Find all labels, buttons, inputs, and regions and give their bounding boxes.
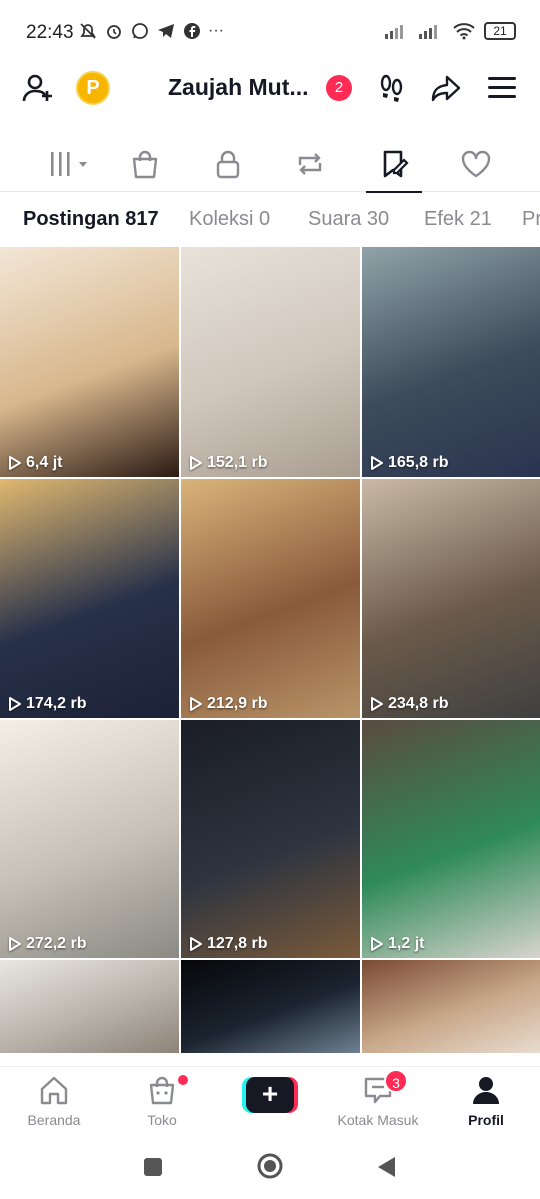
facebook-icon bbox=[184, 23, 200, 39]
profile-username[interactable]: Zaujah Mut... bbox=[168, 74, 309, 101]
repost-icon bbox=[298, 153, 322, 175]
view-count: 165,8 rb bbox=[370, 454, 448, 472]
share-icon bbox=[431, 75, 461, 102]
system-navigation-bar bbox=[0, 1134, 540, 1199]
videos-grid-icon bbox=[51, 152, 87, 176]
system-indicators: 21 bbox=[384, 22, 516, 40]
video-thumbnail[interactable]: 1,2 jt bbox=[362, 720, 540, 958]
status-bar: 22:43 ··· 21 bbox=[0, 0, 540, 64]
view-count: 152,1 rb bbox=[189, 454, 267, 472]
wifi-icon bbox=[453, 23, 475, 40]
notification-icons: ··· bbox=[78, 21, 224, 41]
play-icon bbox=[9, 937, 21, 951]
share-profile-button[interactable] bbox=[428, 70, 464, 106]
bottom-navigation: Beranda Toko + Kotak Masuk 3 Profil bbox=[0, 1066, 540, 1132]
tab-posts[interactable]: Postingan 817 bbox=[23, 208, 159, 231]
add-user-icon bbox=[22, 74, 52, 102]
lock-icon bbox=[216, 150, 240, 179]
tab-liked[interactable] bbox=[449, 144, 503, 184]
create-icon: + bbox=[246, 1077, 294, 1113]
play-icon bbox=[190, 697, 202, 711]
view-count: 6,4 jt bbox=[8, 454, 62, 472]
shop-icon bbox=[149, 1076, 175, 1105]
footprints-icon bbox=[380, 74, 403, 102]
tab-more[interactable]: Pr bbox=[522, 208, 540, 231]
whatsapp-icon bbox=[132, 23, 148, 39]
back-button[interactable] bbox=[376, 1155, 398, 1179]
play-icon bbox=[371, 456, 383, 470]
video-thumbnail[interactable]: 152,1 rb bbox=[181, 247, 360, 477]
clock: 22:43 bbox=[26, 22, 74, 43]
content-text-tabs: Postingan 817 Koleksi 0 Suara 30 Efek 21… bbox=[0, 196, 540, 246]
video-thumbnail[interactable]: 127,8 rb bbox=[181, 720, 360, 958]
video-thumbnail[interactable] bbox=[362, 960, 540, 1053]
recent-apps-button[interactable] bbox=[142, 1156, 164, 1178]
add-friend-button[interactable] bbox=[20, 70, 56, 106]
menu-button[interactable] bbox=[484, 70, 520, 106]
play-icon bbox=[371, 697, 383, 711]
home-button[interactable] bbox=[256, 1152, 284, 1180]
battery-indicator: 21 bbox=[484, 22, 516, 40]
signal-icon bbox=[385, 25, 403, 39]
profile-header: P Zaujah Mut... 2 bbox=[0, 64, 540, 114]
tab-sounds[interactable]: Suara 30 bbox=[308, 208, 389, 231]
play-icon bbox=[9, 697, 21, 711]
view-count: 127,8 rb bbox=[189, 935, 267, 953]
create-button[interactable]: + bbox=[242, 1077, 298, 1113]
hamburger-menu-icon bbox=[488, 77, 516, 98]
tab-videos[interactable] bbox=[40, 144, 94, 184]
view-count: 212,9 rb bbox=[189, 695, 267, 713]
play-icon bbox=[9, 456, 21, 470]
video-thumbnail[interactable]: 174,2 rb bbox=[0, 479, 179, 718]
play-icon bbox=[190, 456, 202, 470]
heart-icon bbox=[461, 150, 491, 178]
video-thumbnail[interactable]: 234,8 rb bbox=[362, 479, 540, 718]
nav-profile[interactable]: Profil bbox=[436, 1075, 536, 1128]
alarm-icon bbox=[107, 25, 121, 39]
tab-private[interactable] bbox=[201, 144, 255, 184]
nav-home[interactable]: Beranda bbox=[4, 1075, 104, 1128]
footprints-button[interactable] bbox=[374, 70, 410, 106]
tab-shop[interactable] bbox=[118, 144, 172, 184]
profile-icon bbox=[473, 1077, 499, 1104]
home-icon bbox=[40, 1076, 68, 1105]
video-grid: 6,4 jt 152,1 rb 165,8 rb 174,2 rb 212,9 … bbox=[0, 247, 540, 1053]
notification-badge: 2 bbox=[326, 75, 352, 101]
inbox-badge: 3 bbox=[384, 1069, 408, 1093]
video-thumbnail[interactable]: 6,4 jt bbox=[0, 247, 179, 477]
more-notifications: ··· bbox=[208, 22, 224, 39]
view-count: 174,2 rb bbox=[8, 695, 86, 713]
bookmark-icon bbox=[383, 150, 409, 178]
video-thumbnail[interactable]: 165,8 rb bbox=[362, 247, 540, 477]
video-thumbnail[interactable]: 212,9 rb bbox=[181, 479, 360, 718]
tab-favorites[interactable] bbox=[366, 144, 422, 193]
coin-button[interactable]: P bbox=[76, 71, 110, 105]
telegram-icon bbox=[158, 24, 174, 38]
shop-notification-dot bbox=[178, 1075, 188, 1085]
nav-shop[interactable]: Toko bbox=[112, 1075, 212, 1128]
view-count: 272,2 rb bbox=[8, 935, 86, 953]
signal-icon bbox=[419, 25, 437, 39]
tab-effects[interactable]: Efek 21 bbox=[424, 208, 492, 231]
view-count: 1,2 jt bbox=[370, 935, 424, 953]
play-icon bbox=[190, 937, 202, 951]
play-icon bbox=[371, 937, 383, 951]
tab-collections[interactable]: Koleksi 0 bbox=[189, 208, 270, 231]
video-thumbnail[interactable] bbox=[0, 960, 179, 1053]
shop-bag-icon bbox=[132, 150, 158, 179]
tab-reposts[interactable] bbox=[283, 144, 337, 184]
view-count: 234,8 rb bbox=[370, 695, 448, 713]
nav-inbox[interactable]: Kotak Masuk 3 bbox=[328, 1069, 428, 1128]
mute-icon bbox=[80, 23, 96, 39]
content-icon-tabs bbox=[0, 136, 540, 193]
video-thumbnail[interactable]: 272,2 rb bbox=[0, 720, 179, 958]
video-thumbnail[interactable] bbox=[181, 960, 360, 1053]
